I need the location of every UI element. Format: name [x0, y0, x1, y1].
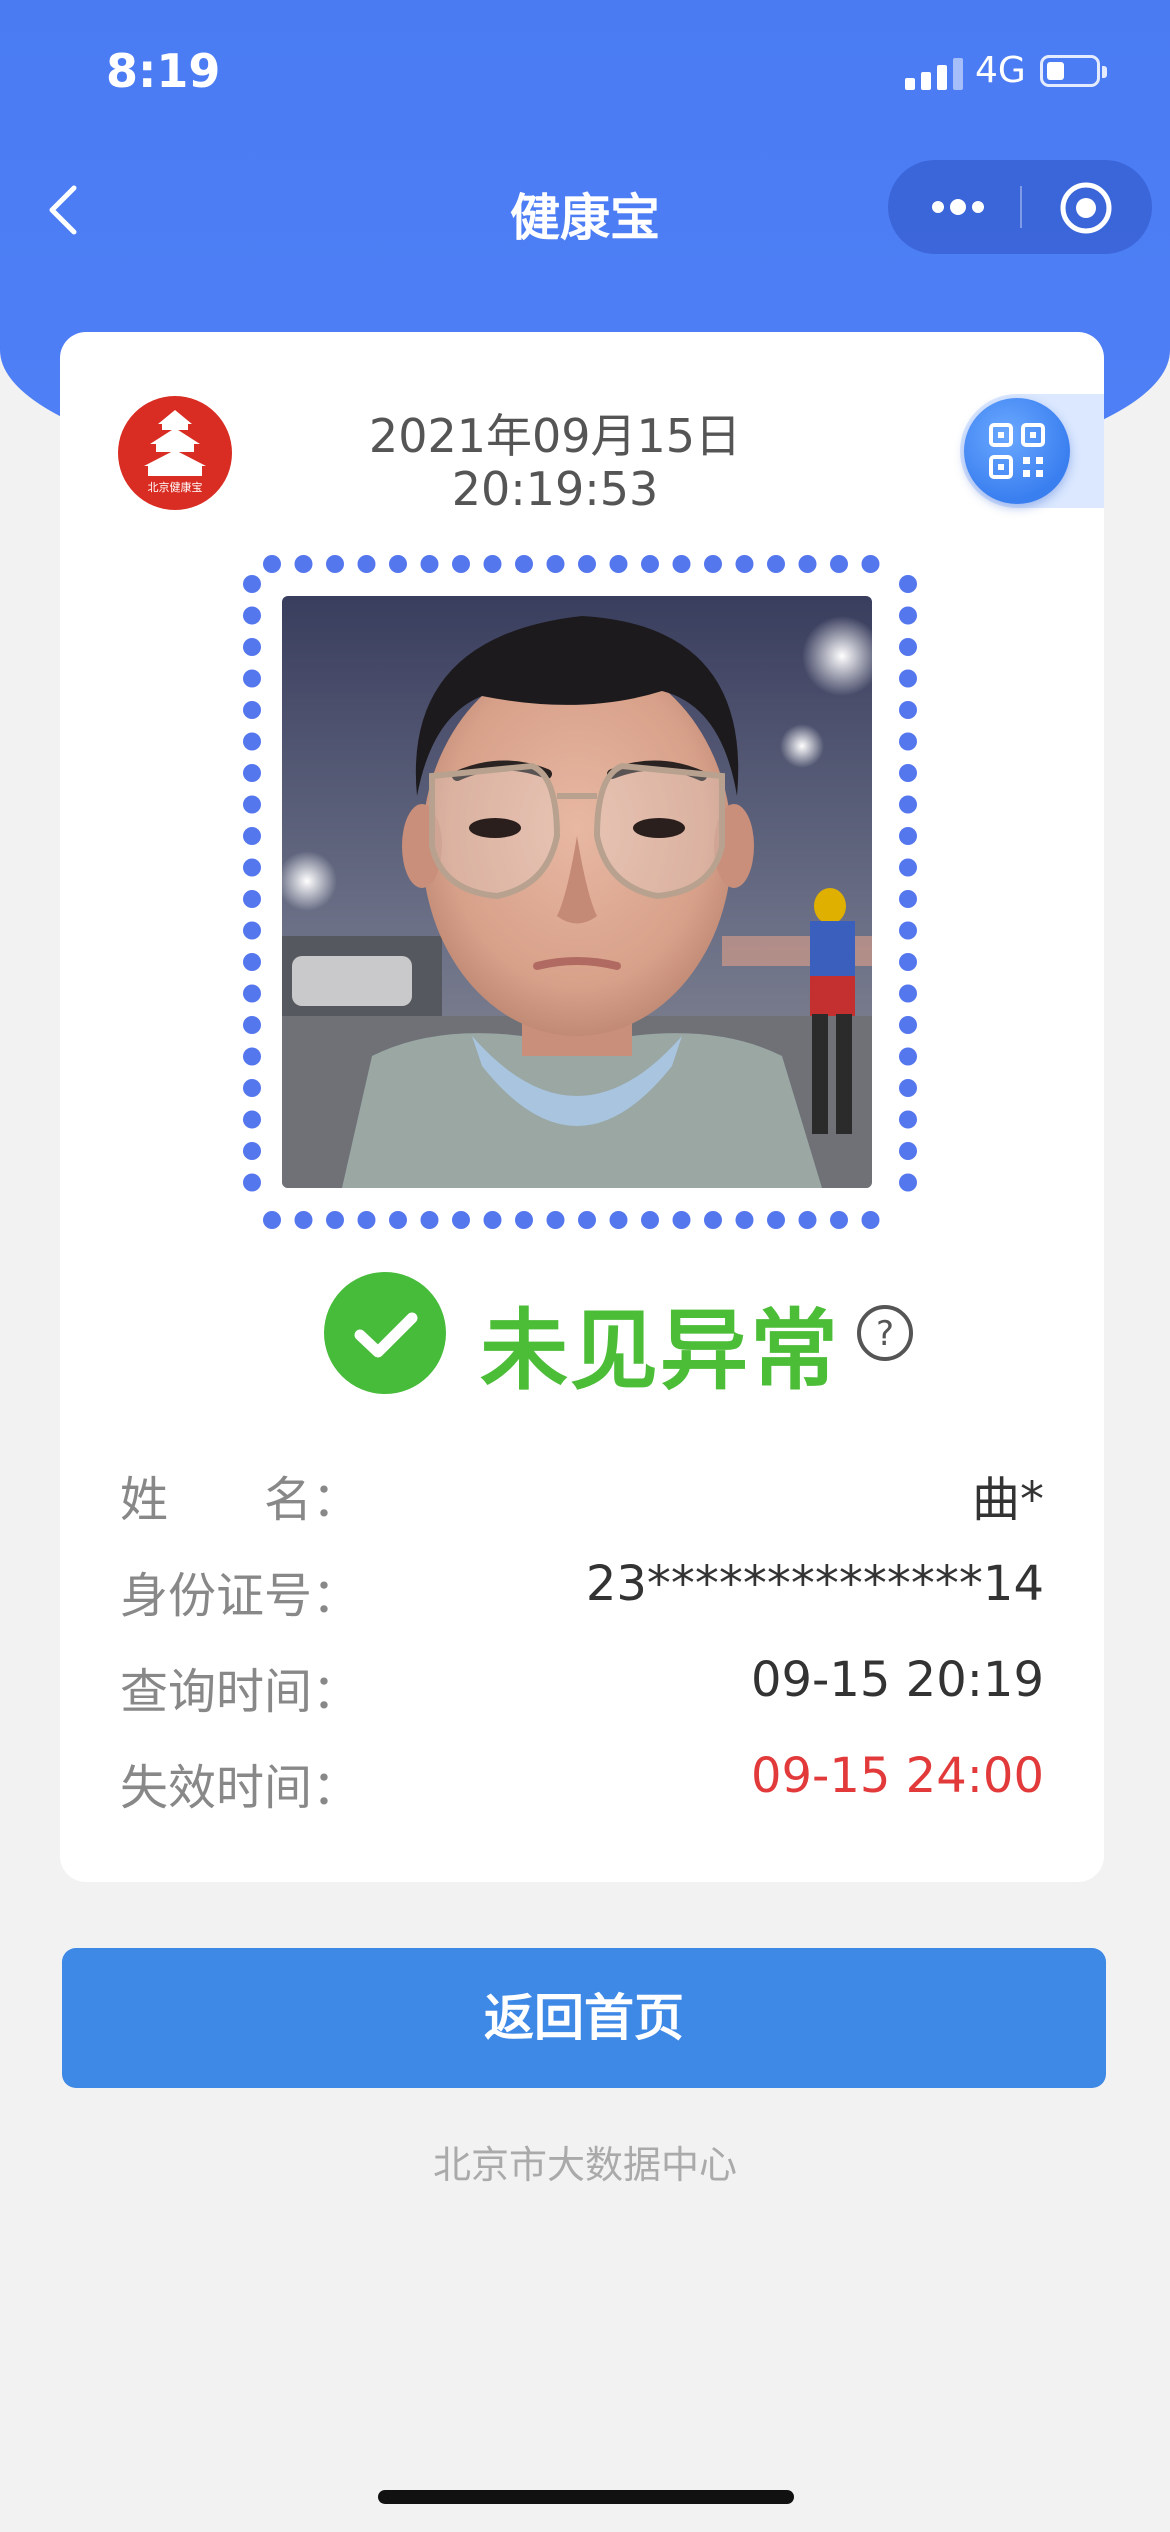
name-label: 姓 名： — [120, 1472, 361, 1528]
svg-text:?: ? — [876, 1314, 894, 1354]
user-photo — [282, 596, 872, 1188]
signal-icon — [905, 56, 963, 90]
network-label: 4G — [975, 50, 1026, 91]
check-icon — [324, 1272, 446, 1394]
mini-program-capsule — [888, 160, 1152, 254]
expiry-time-label: 失效时间： — [120, 1760, 361, 1816]
name-value: 曲* — [971, 1472, 1044, 1528]
svg-text:北京健康宝: 北京健康宝 — [148, 480, 203, 494]
return-home-button[interactable]: 返回首页 — [62, 1948, 1106, 2088]
query-time-label: 查询时间： — [120, 1664, 361, 1720]
query-time: 20:19:53 — [451, 462, 659, 516]
query-time-value: 09-15 20:19 — [750, 1652, 1044, 1708]
query-date: 2021年09月15日 — [368, 409, 742, 463]
qr-code-icon[interactable] — [964, 398, 1070, 504]
battery-icon — [1040, 55, 1107, 87]
id-number-value: 23**************14 — [585, 1556, 1044, 1612]
help-icon[interactable]: ? — [856, 1304, 914, 1362]
footer-text: 北京市大数据中心 — [432, 2143, 737, 2187]
status-time: 8:19 — [106, 44, 221, 98]
capsule-divider — [1020, 186, 1022, 228]
target-circle-icon[interactable] — [1058, 180, 1114, 236]
more-dots-icon[interactable] — [928, 190, 988, 224]
health-status-text: 未见异常 — [480, 1299, 841, 1402]
beijing-jiankangbao-logo: 北京健康宝 — [118, 396, 232, 510]
expiry-time-value: 09-15 24:00 — [750, 1748, 1044, 1804]
id-number-label: 身份证号： — [120, 1568, 361, 1624]
health-status-row: 未见异常 ? — [60, 1272, 1104, 1402]
home-indicator[interactable] — [378, 2490, 794, 2504]
health-card: 北京健康宝 2021年09月15日 20:19:53 未见异常 ? 姓 名： 曲… — [60, 332, 1104, 1882]
